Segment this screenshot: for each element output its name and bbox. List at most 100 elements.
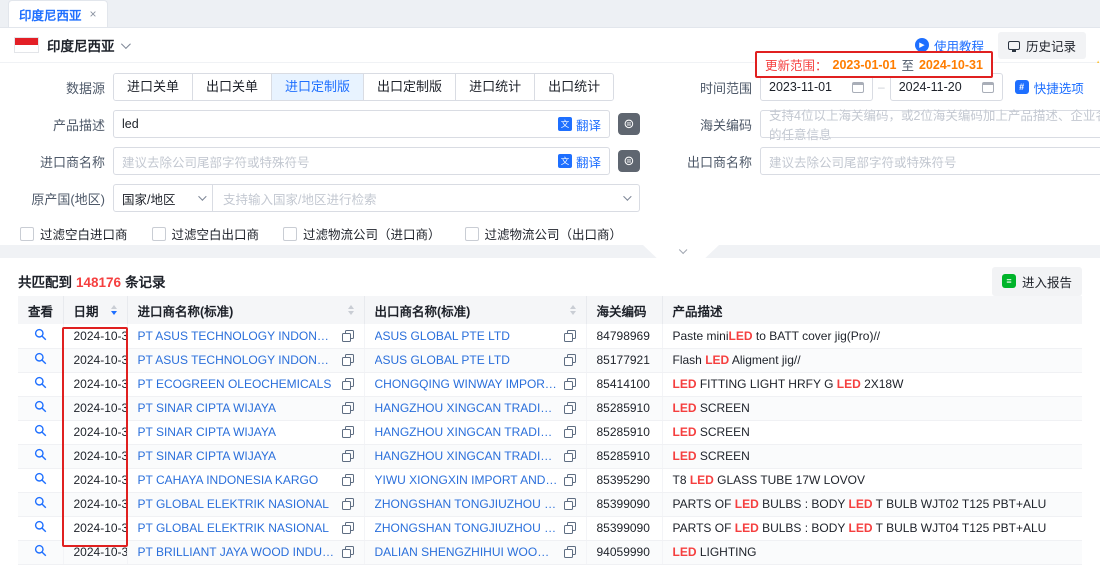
checkbox-icon[interactable] bbox=[283, 227, 297, 241]
country-name: 印度尼西亚 bbox=[47, 35, 115, 55]
collapse-panel-handle[interactable] bbox=[643, 245, 719, 258]
view-cell[interactable] bbox=[18, 348, 63, 372]
copy-icon[interactable] bbox=[342, 522, 354, 534]
copy-icon[interactable] bbox=[564, 402, 576, 414]
quick-options-link[interactable]: # 快捷选项 bbox=[1015, 78, 1084, 97]
view-cell[interactable] bbox=[18, 396, 63, 420]
copy-icon[interactable] bbox=[342, 474, 354, 486]
copy-icon[interactable] bbox=[564, 426, 576, 438]
match-count: 148176 bbox=[76, 275, 121, 290]
importer-link[interactable]: PT CAHAYA INDONESIA KARGO bbox=[138, 473, 336, 487]
exporter-link[interactable]: HANGZHOU XINGCAN TRADING CO LTD bbox=[375, 449, 558, 463]
col-exporter[interactable]: 出口商名称(标准) bbox=[364, 296, 586, 324]
view-cell[interactable] bbox=[18, 468, 63, 492]
importer-link[interactable]: PT SINAR CIPTA WIJAYA bbox=[138, 425, 336, 439]
checkbox-icon[interactable] bbox=[152, 227, 166, 241]
tab-export-declarations[interactable]: 出口关单 bbox=[192, 74, 271, 100]
checkbox-icon[interactable] bbox=[465, 227, 479, 241]
magnifier-icon bbox=[34, 376, 47, 389]
copy-icon[interactable] bbox=[342, 330, 354, 342]
view-cell[interactable] bbox=[18, 444, 63, 468]
checkbox-filter-blank-importer[interactable]: 过滤空白进口商 bbox=[20, 224, 128, 243]
tab-import-statistics[interactable]: 进口统计 bbox=[455, 74, 534, 100]
product-description-input[interactable]: led 文 翻译 bbox=[113, 110, 610, 138]
importer-name-row: 进口商名称 建议去除公司尾部字符或特殊符号 文 翻译 ⊜ 出口商名称 建议去除公… bbox=[0, 147, 1100, 175]
copy-icon[interactable] bbox=[564, 498, 576, 510]
view-cell[interactable] bbox=[18, 324, 63, 348]
copy-icon[interactable] bbox=[564, 546, 576, 558]
date-cell: 2024-10-31 bbox=[63, 492, 127, 516]
input-history-icon[interactable]: ⊜ bbox=[618, 150, 640, 172]
checkbox-icon[interactable] bbox=[20, 227, 34, 241]
table-row: 2024-10-31 PT SINAR CIPTA WIJAYA HANGZHO… bbox=[18, 444, 1082, 468]
copy-icon[interactable] bbox=[342, 402, 354, 414]
importer-link[interactable]: PT ASUS TECHNOLOGY INDONESIA BA... bbox=[138, 329, 336, 343]
country-tab-label: 印度尼西亚 bbox=[19, 5, 82, 24]
tab-export-statistics[interactable]: 出口统计 bbox=[534, 74, 613, 100]
origin-country-search-input[interactable]: 支持输入国家/地区进行检索 bbox=[213, 184, 640, 212]
copy-icon[interactable] bbox=[342, 498, 354, 510]
importer-link[interactable]: PT ASUS TECHNOLOGY INDONESIA BA... bbox=[138, 353, 336, 367]
importer-link[interactable]: PT GLOBAL ELEKTRIK NASIONAL bbox=[138, 497, 336, 511]
product-description-cell: LED SCREEN bbox=[662, 444, 1082, 468]
copy-icon[interactable] bbox=[564, 354, 576, 366]
view-cell[interactable] bbox=[18, 540, 63, 564]
col-importer[interactable]: 进口商名称(标准) bbox=[127, 296, 364, 324]
col-hs-code: 海关编码 bbox=[586, 296, 662, 324]
filter-checkbox-row: 过滤空白进口商 过滤空白出口商 过滤物流公司（进口商） 过滤物流公司（出口商） bbox=[0, 224, 1100, 243]
copy-icon[interactable] bbox=[564, 330, 576, 342]
checkbox-filter-blank-exporter[interactable]: 过滤空白出口商 bbox=[152, 224, 260, 243]
input-history-icon[interactable]: ⊜ bbox=[618, 113, 640, 135]
chevron-down-icon[interactable] bbox=[120, 39, 130, 49]
country-tab-indonesia[interactable]: 印度尼西亚 × bbox=[8, 0, 108, 27]
view-cell[interactable] bbox=[18, 420, 63, 444]
exporter-link[interactable]: CHONGQING WINWAY IMPORT AND E... bbox=[375, 377, 558, 391]
copy-icon[interactable] bbox=[342, 450, 354, 462]
view-cell[interactable] bbox=[18, 372, 63, 396]
match-summary: 共匹配到148176条记录 bbox=[18, 271, 166, 291]
product-description-label: 产品描述 bbox=[0, 115, 113, 134]
importer-link[interactable]: PT SINAR CIPTA WIJAYA bbox=[138, 449, 336, 463]
col-date[interactable]: 日期 bbox=[63, 296, 127, 324]
exporter-link[interactable]: ASUS GLOBAL PTE LTD bbox=[375, 329, 558, 343]
copy-icon[interactable] bbox=[564, 378, 576, 390]
exporter-link[interactable]: ZHONGSHAN TONGJIUZHOU INTERNA... bbox=[375, 521, 558, 535]
importer-name-input[interactable]: 建议去除公司尾部字符或特殊符号 文 翻译 bbox=[113, 147, 610, 175]
tab-import-custom[interactable]: 进口定制版 bbox=[271, 74, 363, 100]
table-header-row: 查看 日期 进口商名称(标准) 出口商名称(标准) 海关编码 产品 bbox=[18, 296, 1082, 324]
exporter-link[interactable]: ASUS GLOBAL PTE LTD bbox=[375, 353, 558, 367]
close-icon[interactable]: × bbox=[90, 7, 97, 21]
tab-import-declarations[interactable]: 进口关单 bbox=[114, 74, 192, 100]
exporter-link[interactable]: ZHONGSHAN TONGJIUZHOU INTERNA... bbox=[375, 497, 558, 511]
magnifier-icon bbox=[34, 400, 47, 413]
enter-report-button[interactable]: ≡ 进入报告 bbox=[992, 267, 1082, 296]
view-cell[interactable] bbox=[18, 492, 63, 516]
copy-icon[interactable] bbox=[342, 354, 354, 366]
copy-icon[interactable] bbox=[342, 546, 354, 558]
date-cell: 2024-10-31 bbox=[63, 372, 127, 396]
importer-link[interactable]: PT ECOGREEN OLEOCHEMICALS bbox=[138, 377, 336, 391]
tab-export-custom[interactable]: 出口定制版 bbox=[363, 74, 455, 100]
history-button[interactable]: 历史记录 bbox=[998, 32, 1086, 59]
update-range-from: 2023-01-01 bbox=[833, 58, 897, 72]
copy-icon[interactable] bbox=[342, 426, 354, 438]
checkbox-filter-logistics-exporter[interactable]: 过滤物流公司（出口商） bbox=[465, 224, 623, 243]
importer-link[interactable]: PT SINAR CIPTA WIJAYA bbox=[138, 401, 336, 415]
exporter-name-input[interactable]: 建议去除公司尾部字符或特殊符号 bbox=[760, 147, 1100, 175]
origin-country-select[interactable]: 国家/地区 bbox=[113, 184, 213, 212]
exporter-link[interactable]: HANGZHOU XINGCAN TRADING CO LTD bbox=[375, 401, 558, 415]
importer-link[interactable]: PT BRILLIANT JAYA WOOD INDUSTRY bbox=[138, 545, 336, 559]
hs-code-input[interactable]: 支持4位以上海关编码，或2位海关编码加上产品描述、企业名称的任意信息 bbox=[760, 110, 1100, 138]
exporter-link[interactable]: DALIAN SHENGZHIHUI WOOD INDUST... bbox=[375, 545, 558, 559]
checkbox-filter-logistics-importer[interactable]: 过滤物流公司（进口商） bbox=[283, 224, 441, 243]
exporter-link[interactable]: HANGZHOU XINGCAN TRADING CO LTD bbox=[375, 425, 558, 439]
copy-icon[interactable] bbox=[564, 474, 576, 486]
view-cell[interactable] bbox=[18, 516, 63, 540]
copy-icon[interactable] bbox=[564, 522, 576, 534]
copy-icon[interactable] bbox=[342, 378, 354, 390]
copy-icon[interactable] bbox=[564, 450, 576, 462]
exporter-link[interactable]: YIWU XIONGXIN IMPORT AND EXPORT... bbox=[375, 473, 558, 487]
translate-button[interactable]: 文 翻译 bbox=[558, 152, 601, 171]
importer-link[interactable]: PT GLOBAL ELEKTRIK NASIONAL bbox=[138, 521, 336, 535]
translate-button[interactable]: 文 翻译 bbox=[558, 115, 601, 134]
